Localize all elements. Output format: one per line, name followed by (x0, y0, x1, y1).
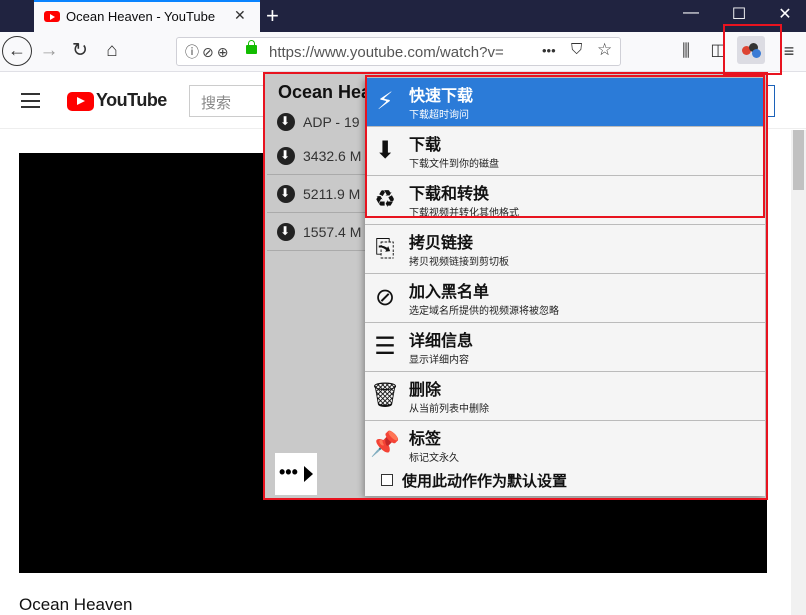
download-circle-icon (277, 113, 295, 131)
menu-item-quick-download[interactable]: ⚡ 快速下载 下载超时询问 (365, 78, 765, 127)
site-info-icon[interactable]: ⓘ⊘⊕ (185, 42, 231, 62)
menu-item-label: 删除 (409, 382, 442, 399)
variant-row[interactable]: ADP - 19 (267, 103, 365, 141)
menu-item-label: 下载 (409, 137, 442, 154)
browser-nav-bar: ← → ↻ ⌂ ⓘ⊘⊕ https://www.youtube.com/watc… (0, 32, 806, 72)
menu-item-copy-link[interactable]: ⎘ 拷贝链接 拷贝视频链接到剪切板 (365, 225, 765, 274)
menu-item-download[interactable]: ⬇ 下载 下载文件到你的磁盘 (365, 127, 765, 176)
copy-link-icon: ⎘ (375, 235, 395, 262)
variant-text: 3432.6 M (303, 148, 362, 164)
default-action-checkbox[interactable] (381, 474, 393, 486)
new-tab-button[interactable]: + (266, 3, 279, 29)
window-maximize-button[interactable]: ☐ (724, 4, 754, 24)
window-minimize-button[interactable]: — (676, 4, 706, 22)
video-downloader-extension-icon[interactable] (737, 36, 765, 64)
menu-item-desc: 下载视频并转化其他格式 (409, 208, 519, 219)
menu-item-delete[interactable]: 🗑 删除 从当前列表中删除 (365, 372, 765, 421)
window-close-button[interactable]: ✕ (770, 4, 800, 24)
page-actions-icon[interactable]: ••• (542, 43, 556, 58)
pin-icon: 📌 (370, 431, 400, 458)
youtube-logo-text[interactable]: YouTube (96, 90, 167, 111)
variant-row[interactable]: 1557.4 M (267, 213, 365, 251)
variant-row[interactable]: 3432.6 M (267, 137, 365, 175)
forward-arrow-icon[interactable]: → (36, 38, 62, 64)
tab-title: Ocean Heaven - YouTube (66, 9, 216, 24)
youtube-favicon-icon (44, 11, 60, 22)
lightning-download-icon: ⚡ (376, 88, 394, 115)
variant-row[interactable]: 5211.9 M (267, 175, 365, 213)
menu-item-details[interactable]: ☰ 详细信息 显示详细内容 (365, 323, 765, 372)
more-actions-button[interactable]: ••• (275, 453, 317, 495)
more-dots: ••• (279, 462, 298, 482)
bookmark-star-icon[interactable]: ☆ (597, 40, 612, 60)
menu-item-desc: 选定域名所提供的视频源将被忽略 (409, 306, 559, 317)
pocket-icon[interactable]: ⛉ (571, 41, 582, 58)
default-action-row[interactable]: 使用此动作作为默认设置 (365, 462, 765, 496)
variant-text: ADP - 19 (303, 114, 360, 130)
hamburger-menu-icon[interactable] (21, 93, 40, 108)
menu-item-label: 快速下载 (409, 88, 474, 105)
default-action-label: 使用此动作作为默认设置 (402, 473, 568, 490)
browser-tab[interactable]: Ocean Heaven - YouTube ✕ (34, 0, 260, 32)
video-title: Ocean Heaven (19, 595, 133, 614)
menu-item-desc: 从当前列表中删除 (409, 404, 489, 415)
menu-item-desc: 下载文件到你的磁盘 (409, 159, 499, 170)
url-text[interactable]: https://www.youtube.com/watch?v= (269, 44, 509, 61)
menu-item-label: 下载和转换 (409, 186, 490, 203)
menu-item-desc: 显示详细内容 (409, 355, 469, 366)
menu-item-desc: 下载超时询问 (409, 110, 469, 121)
download-convert-icon: ♻ (374, 186, 396, 213)
scrollbar-thumb[interactable] (793, 130, 804, 190)
details-icon: ☰ (374, 333, 396, 360)
download-arrow-icon: ⬇ (374, 137, 396, 164)
download-circle-icon (277, 185, 295, 203)
search-placeholder: 搜索 (201, 95, 232, 112)
page-scrollbar[interactable] (791, 130, 806, 615)
menu-item-desc: 拷贝视频链接到剪切板 (409, 257, 509, 268)
browser-title-bar: Ocean Heaven - YouTube ✕ + — ☐ ✕ (0, 0, 806, 32)
menu-item-label: 拷贝链接 (409, 235, 474, 252)
variant-text: 5211.9 M (303, 186, 361, 202)
menu-item-blacklist[interactable]: ⊘ 加入黑名单 选定域名所提供的视频源将被忽略 (365, 274, 765, 323)
variant-text: 1557.4 M (303, 224, 362, 240)
sidebar-icon[interactable]: ◫ (705, 38, 731, 64)
back-arrow-icon[interactable]: ← (2, 36, 32, 66)
tab-close-icon[interactable]: ✕ (234, 7, 246, 24)
lock-icon (246, 40, 257, 54)
trash-icon: 🗑 (370, 382, 401, 409)
blacklist-icon: ⊘ (374, 284, 396, 311)
download-circle-icon (277, 223, 295, 241)
download-circle-icon (277, 147, 295, 165)
menu-item-label: 详细信息 (409, 333, 474, 350)
menu-item-label: 加入黑名单 (409, 284, 490, 301)
menu-item-label: 标签 (409, 431, 442, 448)
home-icon[interactable]: ⌂ (99, 38, 125, 64)
library-icon[interactable]: ⫼ (673, 38, 699, 64)
action-menu: ⚡ 快速下载 下载超时询问 ⬇ 下载 下载文件到你的磁盘 ♻ 下载和转换 下载视… (365, 78, 765, 496)
menu-icon[interactable]: ≡ (776, 38, 802, 64)
url-bar[interactable]: ⓘ⊘⊕ https://www.youtube.com/watch?v= •••… (176, 37, 621, 66)
youtube-logo-icon[interactable] (67, 92, 94, 111)
menu-item-download-convert[interactable]: ♻ 下载和转换 下载视频并转化其他格式 (365, 176, 765, 225)
ext-dot-blue (752, 49, 761, 58)
reload-icon[interactable]: ↻ (67, 38, 93, 64)
